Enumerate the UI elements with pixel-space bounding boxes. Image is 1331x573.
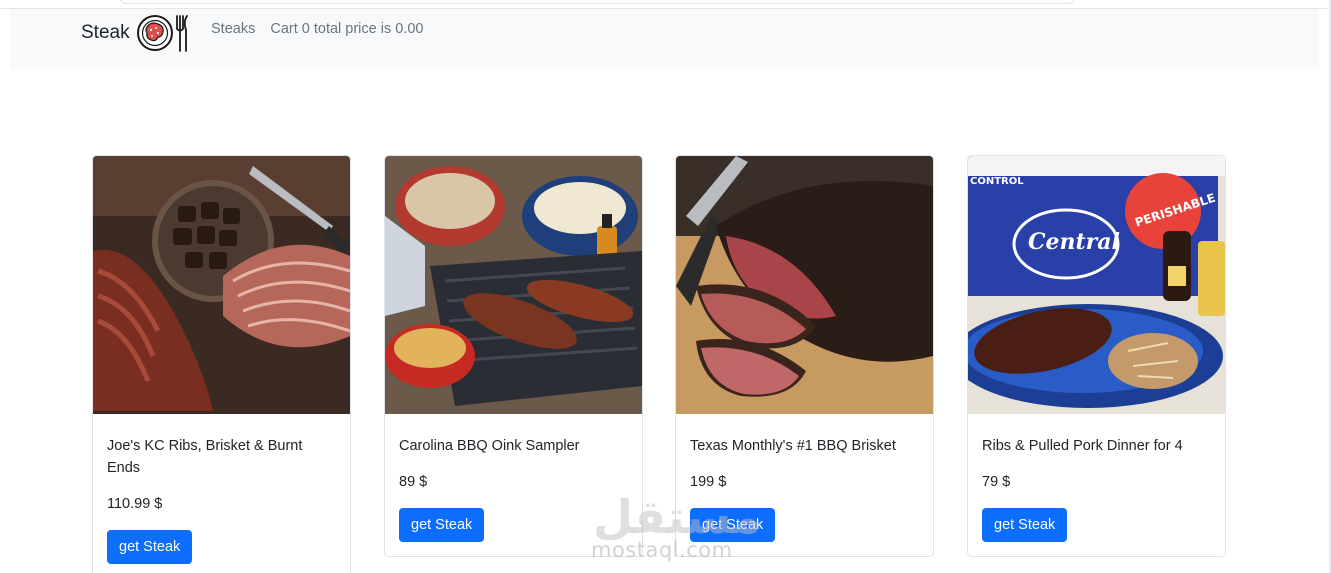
browser-top-strip bbox=[0, 0, 1331, 9]
product-card: Carolina BBQ Oink Sampler 89 $ get Steak bbox=[384, 155, 643, 557]
nav-links: Steaks Cart 0 total price is 0.00 bbox=[211, 20, 423, 38]
product-image bbox=[676, 156, 933, 414]
address-bar[interactable] bbox=[120, 0, 1075, 4]
product-image bbox=[385, 156, 642, 414]
navbar: Steak Steaks Cart 0 total price is 0.00 bbox=[10, 9, 1319, 69]
nav-link-cart[interactable]: Cart 0 total price is 0.00 bbox=[270, 20, 423, 38]
brand-link[interactable]: Steak bbox=[81, 15, 190, 52]
card-body: Texas Monthly's #1 BBQ Brisket 199 $ get… bbox=[676, 414, 933, 556]
card-body: Carolina BBQ Oink Sampler 89 $ get Steak bbox=[385, 414, 642, 556]
steak-plate-icon bbox=[136, 15, 188, 52]
product-image: CONTROL Central PERISHABLE bbox=[968, 156, 1225, 414]
svg-text:Central: Central bbox=[1028, 229, 1120, 255]
product-title: Carolina BBQ Oink Sampler bbox=[399, 438, 580, 454]
card-body: Joe's KC Ribs, Brisket & Burnt Ends 110.… bbox=[93, 414, 350, 573]
get-steak-button[interactable]: get Steak bbox=[690, 508, 776, 542]
product-image bbox=[93, 156, 350, 414]
product-title: Joe's KC Ribs, Brisket & Burnt Ends bbox=[107, 438, 303, 476]
product-card: CONTROL Central PERISHABLE Ribs & Pulled… bbox=[967, 155, 1226, 557]
brand-label: Steak bbox=[81, 22, 130, 43]
product-card: Texas Monthly's #1 BBQ Brisket 199 $ get… bbox=[675, 155, 934, 557]
product-price: 89 $ bbox=[399, 474, 428, 490]
get-steak-button[interactable]: get Steak bbox=[399, 508, 485, 542]
product-price: 79 $ bbox=[982, 474, 1011, 490]
product-price: 110.99 $ bbox=[107, 496, 163, 512]
get-steak-button[interactable]: get Steak bbox=[982, 508, 1068, 542]
get-steak-button[interactable]: get Steak bbox=[107, 530, 193, 564]
product-card: Joe's KC Ribs, Brisket & Burnt Ends 110.… bbox=[92, 155, 351, 573]
card-body: Ribs & Pulled Pork Dinner for 4 79 $ get… bbox=[968, 414, 1225, 556]
product-title: Texas Monthly's #1 BBQ Brisket bbox=[690, 438, 896, 454]
svg-text:CONTROL: CONTROL bbox=[970, 176, 1024, 187]
product-price: 199 $ bbox=[690, 474, 727, 490]
product-title: Ribs & Pulled Pork Dinner for 4 bbox=[982, 438, 1183, 454]
nav-link-steaks[interactable]: Steaks bbox=[211, 20, 255, 38]
